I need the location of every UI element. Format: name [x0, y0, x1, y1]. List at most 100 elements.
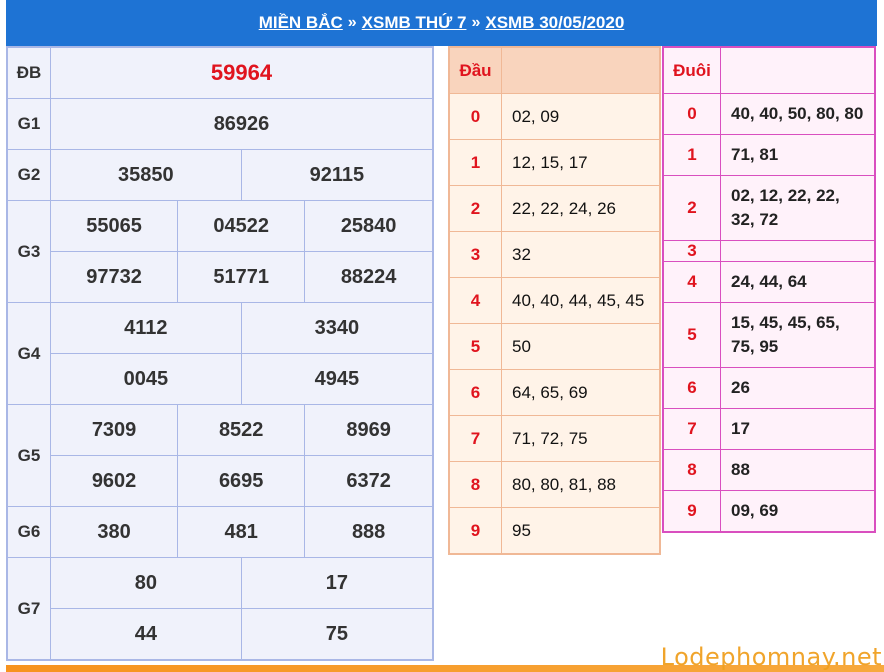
duoi-values: 88	[720, 449, 876, 491]
prize-value: 25840	[304, 200, 434, 252]
duoi-header: Đuôi	[662, 46, 721, 94]
dau-values: 02, 09	[501, 93, 661, 140]
dau-key: 3	[448, 231, 502, 278]
duoi-row: 7 17	[662, 408, 876, 450]
dau-values: 80, 80, 81, 88	[501, 461, 661, 508]
results-table: ĐB 59964 G1 86926 G2 35850 92115 G3 5506…	[6, 46, 434, 661]
prize-value: 0045	[50, 353, 242, 405]
results-row-g7: G7 80 17	[6, 557, 434, 661]
dau-values: 12, 15, 17	[501, 139, 661, 186]
results-row-g7b: 44 75	[7, 608, 434, 661]
prize-value: 55065	[49, 200, 179, 252]
prize-label: G6	[6, 506, 51, 558]
duoi-values: 09, 69	[720, 490, 876, 533]
prize-value: 3340	[240, 302, 434, 354]
prize-value: 51771	[177, 251, 306, 303]
dau-key: 7	[448, 415, 502, 462]
duoi-values: 17	[720, 408, 876, 450]
prize-value: 88224	[304, 251, 434, 303]
results-row-g4: G4 4112 3340	[6, 302, 434, 405]
duoi-key: 2	[662, 175, 721, 241]
duoi-key: 3	[662, 240, 721, 262]
dau-table: Đầu 0 02, 09 1 12, 15, 17 2 22, 22, 24, 26 …	[448, 46, 661, 555]
duoi-values: 40, 40, 50, 80, 80	[720, 93, 876, 135]
results-row-g3b: 97732 51771 88224	[7, 251, 434, 303]
prize-value: 8969	[304, 404, 434, 456]
dau-key: 8	[448, 461, 502, 508]
prize-value: 35850	[50, 149, 242, 201]
results-row-g1: G1 86926	[6, 98, 434, 150]
dau-header-empty	[501, 46, 661, 94]
prize-label: G1	[6, 98, 51, 150]
duoi-values	[720, 240, 876, 262]
duoi-row: 1 71, 81	[662, 134, 876, 176]
dau-row: 1 12, 15, 17	[448, 139, 661, 186]
dau-row: 8 80, 80, 81, 88	[448, 461, 661, 508]
dau-row: 5 50	[448, 323, 661, 370]
dau-values: 22, 22, 24, 26	[501, 185, 661, 232]
duoi-row: 6 26	[662, 367, 876, 409]
prize-label: G7	[6, 557, 51, 661]
duoi-values: 24, 44, 64	[720, 261, 876, 303]
breadcrumb-separator: »	[471, 14, 481, 31]
results-row-g5b: 9602 6695 6372	[7, 455, 434, 507]
prize-value: 04522	[177, 200, 306, 252]
prize-label: G3	[6, 200, 51, 303]
prize-label: G4	[6, 302, 51, 405]
dau-values: 64, 65, 69	[501, 369, 661, 416]
results-row-g3: G3 55065 04522 25840	[6, 200, 434, 303]
special-prize-value: 59964	[50, 46, 434, 99]
dau-values: 71, 72, 75	[501, 415, 661, 462]
breadcrumb-separator: »	[347, 14, 357, 31]
duoi-header-empty	[720, 46, 876, 94]
duoi-key: 1	[662, 134, 721, 176]
prize-value: 4112	[50, 302, 242, 354]
dau-values: 40, 40, 44, 45, 45	[501, 277, 661, 324]
xsmb-date-link[interactable]: XSMB 30/05/2020	[485, 13, 624, 33]
duoi-key: 0	[662, 93, 721, 135]
duoi-values: 15, 45, 45, 65, 75, 95	[720, 302, 876, 368]
prize-label: ĐB	[6, 46, 51, 99]
xsmb-thu7-link[interactable]: XSMB THỨ 7	[362, 13, 467, 33]
prize-value: 888	[304, 506, 434, 558]
results-row-g6: G6 380 481 888	[6, 506, 434, 558]
prize-value: 75	[240, 608, 434, 661]
duoi-key: 5	[662, 302, 721, 368]
mien-bac-link[interactable]: MIỀN BẮC	[259, 13, 343, 33]
prize-value: 92115	[240, 149, 434, 201]
duoi-key: 8	[662, 449, 721, 491]
duoi-row: 0 40, 40, 50, 80, 80	[662, 93, 876, 135]
duoi-header-row: Đuôi	[662, 46, 876, 94]
dau-key: 5	[448, 323, 502, 370]
duoi-table: Đuôi 0 40, 40, 50, 80, 80 1 71, 81 2 02, 12…	[662, 46, 876, 533]
duoi-key: 4	[662, 261, 721, 303]
duoi-key: 6	[662, 367, 721, 409]
results-row-g2: G2 35850 92115	[6, 149, 434, 201]
prize-value: 6372	[304, 455, 434, 507]
duoi-row: 8 88	[662, 449, 876, 491]
prize-value: 6695	[177, 455, 306, 507]
dau-key: 6	[448, 369, 502, 416]
results-row-g5: G5 7309 8522 8969	[6, 404, 434, 507]
duoi-row: 3	[662, 240, 876, 262]
prize-value: 481	[177, 506, 306, 558]
dau-key: 4	[448, 277, 502, 324]
dau-row: 6 64, 65, 69	[448, 369, 661, 416]
dau-header: Đầu	[448, 46, 502, 94]
dau-values: 32	[501, 231, 661, 278]
duoi-key: 9	[662, 490, 721, 533]
prize-value: 380	[49, 506, 179, 558]
dau-header-row: Đầu	[448, 46, 661, 94]
dau-values: 50	[501, 323, 661, 370]
prize-value: 17	[240, 557, 434, 609]
prize-value: 9602	[49, 455, 179, 507]
dau-key: 2	[448, 185, 502, 232]
site-watermark: Lodephomnay.net	[660, 643, 882, 671]
duoi-row: 5 15, 45, 45, 65, 75, 95	[662, 302, 876, 368]
dau-row: 3 32	[448, 231, 661, 278]
dau-key: 1	[448, 139, 502, 186]
results-row-g4b: 0045 4945	[7, 353, 434, 405]
dau-row: 7 71, 72, 75	[448, 415, 661, 462]
prize-value: 8522	[177, 404, 306, 456]
results-row-db: ĐB 59964	[6, 46, 434, 99]
